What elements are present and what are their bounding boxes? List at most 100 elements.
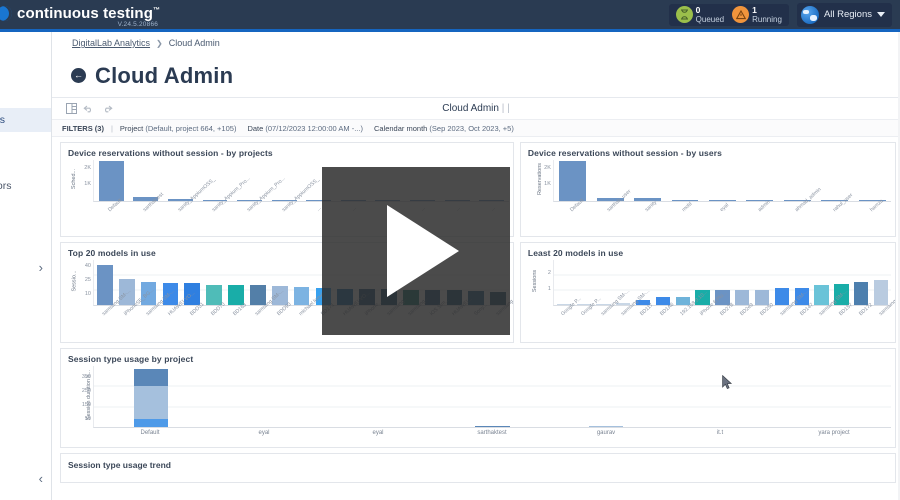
undo-icon[interactable] — [80, 101, 98, 117]
top-bar-right: 0 Queued 1 Running All Regions — [668, 0, 892, 29]
chart-x-tick: sarthaktest — [477, 430, 507, 436]
chart-bar-slot[interactable] — [247, 260, 269, 305]
filter-calendar-month[interactable]: Calendar month (Sep 2023, Oct 2023, +5) — [374, 124, 514, 133]
chart-card-least-20-models[interactable]: Least 20 models in use Sessions 2 1 Google … — [519, 242, 896, 343]
chart-y-ticks: 2K 1K — [535, 158, 551, 200]
chart-bar-slot[interactable] — [732, 260, 752, 305]
chart-card-session-type-usage-trend[interactable]: Session type usage trend — [60, 453, 896, 483]
chart-bar-slot[interactable] — [94, 260, 116, 305]
chart-bars — [93, 366, 891, 428]
filter-date[interactable]: Date (07/12/2023 12:00:00 AM -...) — [247, 124, 363, 133]
report-toolbar: Cloud Admin | | — [52, 98, 900, 120]
brand-text: continuous testing™ V.24.5.20866 — [17, 0, 160, 29]
chart-bar — [98, 161, 124, 201]
status-queued[interactable]: 0 Queued — [673, 4, 727, 24]
chart-bar-slot[interactable] — [854, 160, 891, 201]
chart-x-tick: eyal — [372, 430, 384, 436]
brand-version: V.24.5.20866 — [117, 21, 159, 28]
chart-bar-slot[interactable] — [208, 366, 322, 427]
brand-name: continuous testing™ — [17, 5, 161, 22]
brand-logo[interactable]: continuous testing™ V.24.5.20866 — [0, 0, 160, 29]
chart-bar-slot[interactable] — [225, 260, 247, 305]
chart-bar-slot[interactable] — [871, 260, 891, 305]
chart-x-tick: samsung SM-... — [599, 288, 631, 318]
status-queued-count: 0 — [695, 4, 701, 15]
chart-y-tick: 250 — [81, 387, 91, 394]
chart-x-tick: it.t — [716, 430, 724, 436]
chart-bar — [249, 284, 266, 305]
sidebar-item-label: Devices & Emulators — [0, 180, 12, 192]
chart-bar-slot[interactable] — [752, 260, 772, 305]
sidebar-item-devices-emulators[interactable]: Devices & Emulators — [0, 174, 51, 198]
chart-bar-slot[interactable] — [777, 366, 891, 427]
chart-x-tick: Google P... — [579, 295, 603, 318]
panel-grid-icon[interactable] — [62, 101, 80, 117]
chart-bar-slot[interactable] — [94, 366, 208, 427]
chart-bars — [552, 160, 891, 202]
chart-bar — [735, 289, 750, 305]
chart-bar-slot[interactable] — [663, 366, 777, 427]
chart-x-tick: ahmad_admin — [794, 186, 823, 214]
chart-x-tick: eyal — [718, 202, 731, 214]
page-title: Cloud Admin — [95, 62, 234, 88]
chart-bar-slot[interactable] — [549, 366, 663, 427]
chart-title: Device reservations without session - by… — [68, 148, 273, 158]
chart-card-device-reservations-by-users[interactable]: Device reservations without session - by… — [519, 142, 896, 237]
chart-bar-slot[interactable] — [554, 260, 574, 305]
chart-bar-slot[interactable] — [673, 260, 693, 305]
chart-bar-slot[interactable] — [291, 260, 313, 305]
chart-bar — [708, 200, 736, 201]
sidebar-item-integrations[interactable]: Integrations — [0, 292, 51, 316]
chart-bar-slot[interactable] — [629, 160, 666, 201]
trademark-symbol: ™ — [152, 7, 161, 14]
chart-bar-slot[interactable] — [653, 260, 673, 305]
chart-bar — [671, 200, 699, 201]
chart-bar-slot[interactable] — [812, 260, 832, 305]
chart-bar-slot[interactable] — [741, 160, 778, 201]
chart-bar-slot[interactable] — [851, 260, 871, 305]
chart-bar-slot[interactable] — [436, 366, 550, 427]
redo-icon[interactable] — [98, 101, 116, 117]
chart-x-tick: gaurav — [596, 430, 616, 436]
chart-bar-slot[interactable] — [203, 260, 225, 305]
chart-bar-slot[interactable] — [322, 366, 436, 427]
chart-x-tick: Default — [568, 197, 585, 214]
chart-x-tick: BD1A6 — [659, 301, 676, 318]
sidebar-expand-icon[interactable]: › — [39, 260, 43, 275]
status-running[interactable]: 1 Running — [729, 4, 785, 24]
chart-plot-area: Reservations 2K 1K Default sarthak_user sanit… — [521, 158, 895, 234]
chart-bar-slot[interactable] — [94, 160, 129, 201]
breadcrumb-root-link[interactable]: DigitalLab Analytics — [72, 38, 150, 48]
chart-bar-slot[interactable] — [772, 260, 792, 305]
chart-bar — [774, 288, 790, 305]
page-header: ← Cloud Admin — [52, 54, 900, 98]
top-bar: continuous testing™ V.24.5.20866 0 Queue… — [0, 0, 900, 29]
region-selector[interactable]: All Regions — [796, 2, 892, 27]
chart-x-tick: BD157 — [838, 302, 855, 318]
chevron-down-icon — [877, 12, 885, 17]
sidebar-collapse-icon[interactable]: ‹ — [39, 471, 43, 486]
chart-card-session-type-usage-by-project[interactable]: Session type usage by project Session du… — [60, 348, 896, 448]
dashboard-row-3: Session type usage by project Session du… — [60, 348, 896, 448]
chart-x-tick: samsung SM-... — [254, 288, 286, 318]
back-arrow-icon[interactable]: ← — [71, 68, 86, 83]
report-tab-label: Cloud Admin — [442, 103, 499, 114]
video-play-overlay[interactable] — [322, 167, 510, 335]
sidebar-item-dashboard[interactable]: Dashboard — [0, 70, 51, 94]
chart-x-tick: samsung SM-... — [818, 288, 850, 318]
sidebar-item-automation[interactable]: Automation — [0, 212, 51, 236]
chart-x-tick: sanity — [643, 199, 658, 214]
chart-bar-slot[interactable] — [704, 160, 741, 201]
sidebar-item-digitallab-analytics[interactable]: DigitalLab Analytics — [0, 108, 51, 132]
filter-project[interactable]: Project (Default, project 664, +105) — [120, 124, 237, 133]
chart-bar-slot[interactable] — [554, 160, 591, 201]
chart-bar-slot[interactable] — [666, 160, 703, 201]
filters-pipe: | — [110, 123, 113, 133]
breadcrumb: DigitalLab Analytics ❯ Cloud Admin — [52, 32, 900, 54]
report-tab-title: Cloud Admin | | — [52, 103, 900, 114]
chart-y-tick: 2K — [84, 164, 91, 171]
status-running-count: 1 — [752, 4, 757, 15]
